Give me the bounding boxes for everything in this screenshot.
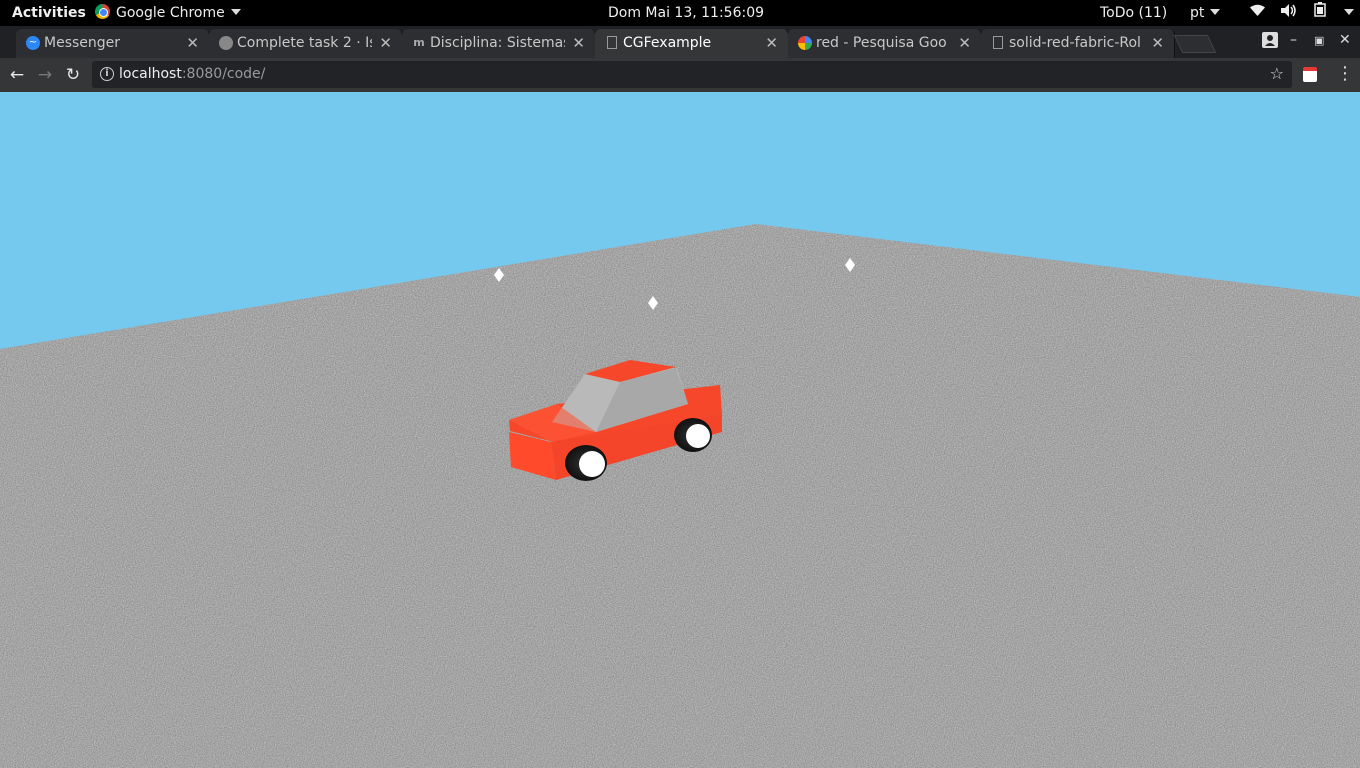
reload-icon[interactable]: ↻: [62, 63, 84, 87]
bookmark-star-icon[interactable]: ☆: [1270, 64, 1284, 83]
chrome-icon: [95, 4, 110, 19]
close-icon[interactable]: ✕: [1151, 29, 1164, 58]
maximize-icon[interactable]: ▣: [1314, 34, 1324, 47]
volume-icon: [1281, 0, 1297, 26]
close-window-icon[interactable]: ✕: [1339, 32, 1351, 48]
page-icon: [607, 36, 617, 49]
google-icon: [798, 36, 812, 50]
tab-google-search[interactable]: red - Pesquisa Goo ✕: [788, 29, 982, 58]
calendar-extension-icon[interactable]: [1303, 67, 1317, 82]
chevron-down-icon: [1210, 9, 1221, 15]
back-arrow-icon[interactable]: ←: [6, 63, 28, 87]
tab-title: solid-red-fabric-Rol: [1009, 35, 1141, 51]
app-menu-label: Google Chrome: [116, 5, 225, 21]
webgl-canvas[interactable]: [0, 92, 1360, 768]
url-host: localhost: [119, 66, 182, 82]
github-icon: [219, 36, 233, 50]
url-text[interactable]: localhost:8080/code/: [119, 61, 265, 88]
browser-toolbar: ← → ↻ i localhost:8080/code/ ☆ ⋮: [0, 58, 1360, 92]
tab-messenger[interactable]: ~ Messenger ✕: [16, 29, 210, 58]
tab-cgfexample[interactable]: CGFexample ✕: [595, 29, 789, 58]
app-menu[interactable]: Google Chrome: [95, 0, 241, 26]
forward-arrow-icon[interactable]: →: [34, 63, 56, 87]
url-path: :8080/code/: [181, 66, 266, 82]
clock[interactable]: Dom Mai 13, 11:56:09: [608, 0, 764, 26]
system-top-bar: Activities Google Chrome Dom Mai 13, 11:…: [0, 0, 1360, 26]
activities-button[interactable]: Activities: [12, 0, 86, 26]
profile-icon[interactable]: [1262, 32, 1278, 52]
chevron-down-icon: [230, 9, 241, 15]
tab-title: Messenger: [44, 35, 121, 51]
wifi-icon: [1250, 0, 1265, 26]
todo-indicator[interactable]: ToDo (11): [1100, 0, 1167, 26]
car-wheel-front: [565, 445, 607, 481]
tab-title: red - Pesquisa Goo: [816, 35, 947, 51]
language-indicator[interactable]: pt: [1190, 0, 1221, 26]
tab-title: CGFexample: [623, 35, 712, 51]
battery-icon: [1314, 0, 1328, 26]
language-label: pt: [1190, 5, 1205, 21]
moodle-icon: m: [413, 36, 425, 49]
tab-disciplina[interactable]: m Disciplina: Sistemas ✕: [402, 29, 596, 58]
tab-title: Complete task 2 · Is: [237, 35, 372, 51]
close-icon[interactable]: ✕: [765, 29, 778, 58]
info-icon[interactable]: i: [100, 67, 114, 81]
scene-render: [0, 224, 1360, 768]
tab-title: Disciplina: Sistemas: [430, 35, 565, 51]
close-icon[interactable]: ✕: [572, 29, 585, 58]
close-icon[interactable]: ✕: [186, 29, 199, 58]
messenger-icon: ~: [26, 36, 40, 50]
new-tab-button[interactable]: [1173, 35, 1217, 53]
close-icon[interactable]: ✕: [958, 29, 971, 58]
ground-texture: [0, 224, 1360, 768]
tab-strip: ~ Messenger ✕ Complete task 2 · Is ✕ m D…: [0, 26, 1360, 58]
car-wheel-rear: [674, 418, 712, 452]
address-bar[interactable]: i localhost:8080/code/ ☆: [92, 61, 1292, 88]
minimize-icon[interactable]: –: [1290, 32, 1297, 48]
menu-dots-icon[interactable]: ⋮: [1336, 64, 1354, 84]
tab-github[interactable]: Complete task 2 · Is ✕: [209, 29, 403, 58]
tab-solid-red-fabric[interactable]: solid-red-fabric-Rol ✕: [981, 29, 1175, 58]
system-tray[interactable]: [1250, 0, 1360, 26]
power-menu-icon: [1344, 0, 1360, 26]
close-icon[interactable]: ✕: [379, 29, 392, 58]
page-icon: [993, 36, 1003, 49]
